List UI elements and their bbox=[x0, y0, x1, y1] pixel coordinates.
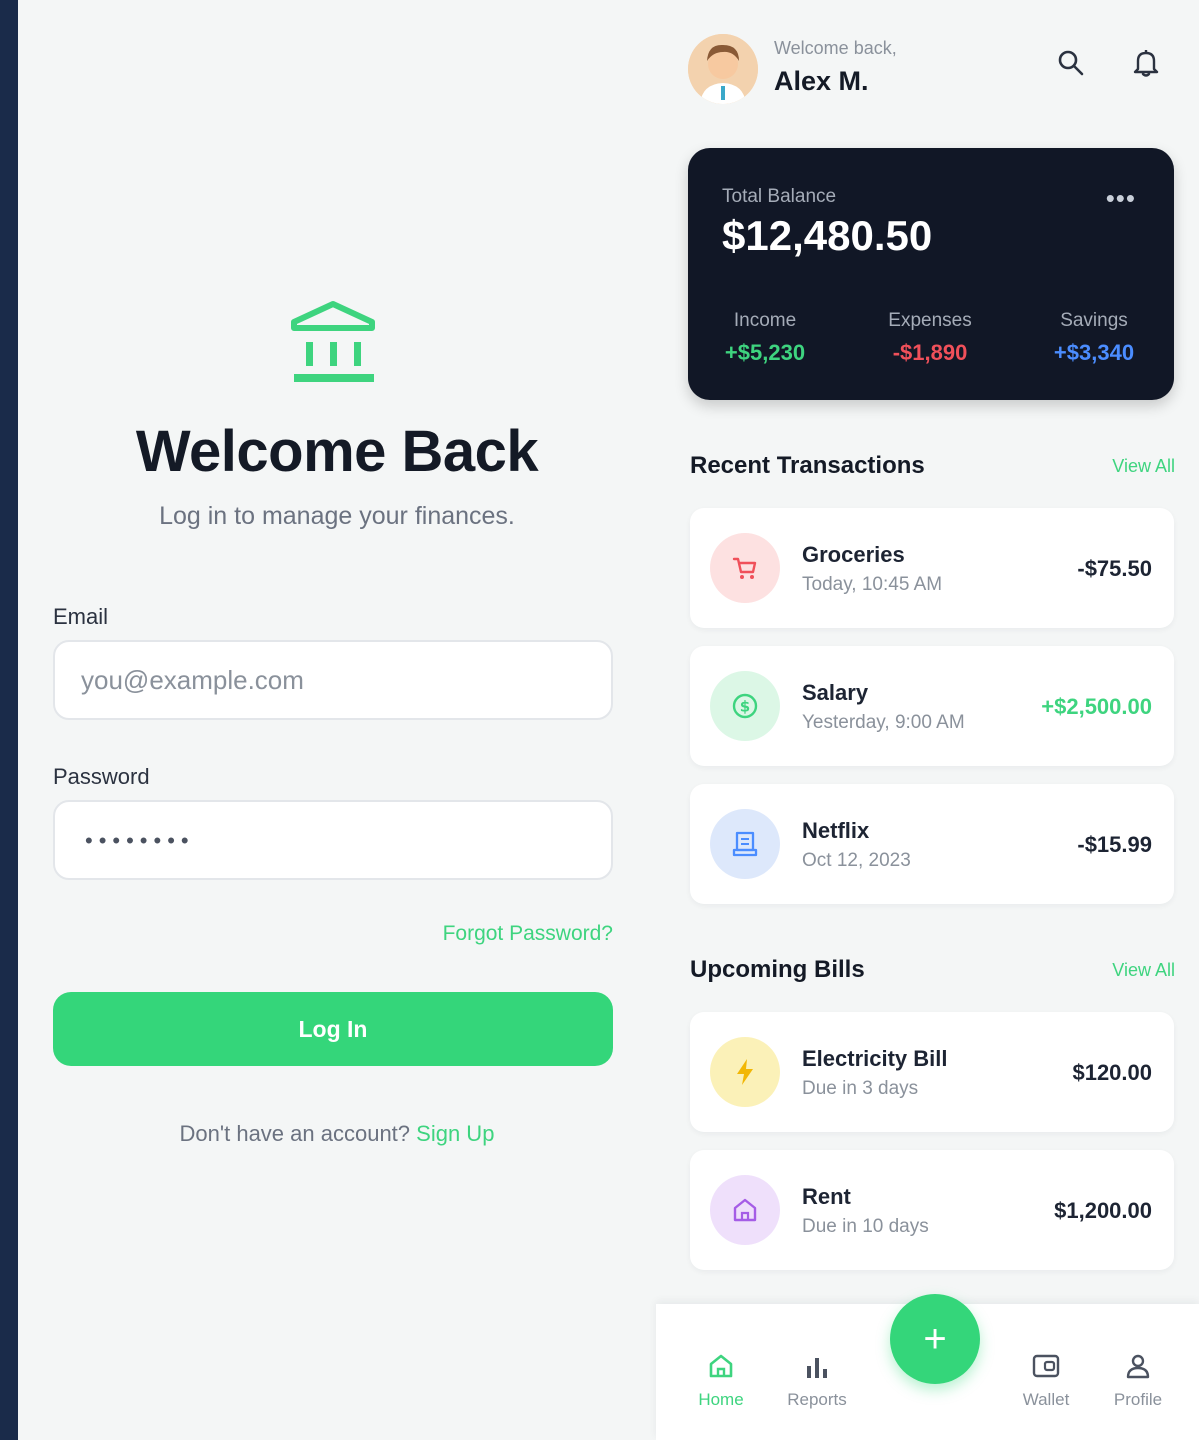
bill-amount: $120.00 bbox=[1072, 1060, 1152, 1085]
dashboard-screen: Welcome back, Alex M. Total Balance $12,… bbox=[656, 0, 1199, 1440]
lightning-icon bbox=[710, 1037, 780, 1107]
nav-profile-label: Profile bbox=[1113, 1390, 1163, 1409]
transaction-amount: -$75.50 bbox=[1077, 556, 1152, 581]
bill-row[interactable]: Electricity Bill Due in 3 days $120.00 bbox=[690, 1012, 1174, 1132]
bank-icon bbox=[291, 301, 375, 382]
transaction-time: Oct 12, 2023 bbox=[802, 850, 911, 871]
transaction-name: Netflix bbox=[802, 818, 870, 843]
balance-card[interactable]: Total Balance $12,480.50 ••• Income +$5,… bbox=[688, 148, 1174, 400]
nav-wallet[interactable]: Wallet bbox=[1001, 1346, 1091, 1410]
home-icon bbox=[710, 1175, 780, 1245]
nav-home-label: Home bbox=[698, 1390, 744, 1409]
email-label: Email bbox=[53, 604, 109, 629]
transaction-row[interactable]: Netflix Oct 12, 2023 -$15.99 bbox=[690, 784, 1174, 904]
bill-amount: $1,200.00 bbox=[1054, 1198, 1152, 1223]
transaction-time: Yesterday, 9:00 AM bbox=[802, 712, 965, 733]
bill-row[interactable]: Rent Due in 10 days $1,200.00 bbox=[690, 1150, 1174, 1270]
expenses-label: Expenses bbox=[888, 310, 972, 331]
signup-link[interactable]: Sign Up bbox=[416, 1121, 494, 1146]
cart-icon bbox=[710, 533, 780, 603]
receipt-icon bbox=[710, 809, 780, 879]
greeting-text: Welcome back, bbox=[774, 38, 897, 58]
expenses-stat: Expenses -$1,890 bbox=[865, 310, 995, 366]
dollar-icon: $ bbox=[710, 671, 780, 741]
no-account-text: Don't have an account? bbox=[179, 1121, 411, 1146]
recent-transactions-title: Recent Transactions bbox=[690, 452, 925, 479]
nav-home[interactable]: Home bbox=[676, 1346, 766, 1410]
savings-stat: Savings +$3,340 bbox=[1029, 310, 1159, 366]
income-label: Income bbox=[733, 310, 797, 331]
wallet-icon bbox=[1001, 1346, 1091, 1380]
recent-view-all-link[interactable]: View All bbox=[1112, 456, 1175, 477]
bar-chart-icon bbox=[772, 1346, 862, 1380]
home-nav-icon bbox=[676, 1346, 766, 1380]
password-input[interactable]: •••••••• bbox=[53, 800, 613, 880]
transaction-name: Groceries bbox=[802, 542, 905, 567]
bill-due: Due in 10 days bbox=[802, 1216, 929, 1237]
balance-label: Total Balance bbox=[722, 186, 837, 207]
income-stat: Income +$5,230 bbox=[700, 310, 830, 366]
income-value: +$5,230 bbox=[724, 340, 806, 365]
bill-name: Electricity Bill bbox=[802, 1046, 948, 1071]
nav-reports-label: Reports bbox=[787, 1390, 847, 1409]
search-icon[interactable] bbox=[1054, 46, 1088, 80]
balance-amount: $12,480.50 bbox=[722, 212, 933, 259]
forgot-password-link[interactable]: Forgot Password? bbox=[443, 922, 613, 946]
transaction-row[interactable]: $ Salary Yesterday, 9:00 AM +$2,500.00 bbox=[690, 646, 1174, 766]
svg-text:$: $ bbox=[740, 698, 750, 716]
bill-due: Due in 3 days bbox=[802, 1078, 919, 1099]
transaction-row[interactable]: Groceries Today, 10:45 AM -$75.50 bbox=[690, 508, 1174, 628]
avatar-image bbox=[688, 34, 758, 104]
avatar[interactable] bbox=[688, 34, 758, 104]
email-input[interactable] bbox=[53, 640, 613, 720]
bell-icon[interactable] bbox=[1129, 46, 1163, 80]
login-title: Welcome Back bbox=[135, 419, 539, 484]
transaction-name: Salary bbox=[802, 680, 869, 705]
login-subtitle: Log in to manage your finances. bbox=[159, 502, 515, 530]
savings-value: +$3,340 bbox=[1053, 340, 1135, 365]
nav-reports[interactable]: Reports bbox=[772, 1346, 862, 1410]
user-name: Alex M. bbox=[774, 66, 869, 96]
login-screen: Welcome Back Log in to manage your finan… bbox=[18, 0, 656, 1440]
bills-view-all-link[interactable]: View All bbox=[1112, 960, 1175, 981]
add-transaction-button[interactable]: + bbox=[890, 1294, 980, 1384]
transaction-amount: +$2,500.00 bbox=[1041, 694, 1152, 719]
savings-label: Savings bbox=[1060, 310, 1128, 331]
login-button[interactable]: Log In bbox=[53, 992, 613, 1066]
nav-profile[interactable]: Profile bbox=[1093, 1346, 1183, 1410]
nav-wallet-label: Wallet bbox=[1022, 1390, 1070, 1409]
transaction-amount: -$15.99 bbox=[1077, 832, 1152, 857]
expenses-value: -$1,890 bbox=[892, 340, 968, 365]
upcoming-bills-title: Upcoming Bills bbox=[690, 956, 865, 983]
password-label: Password bbox=[53, 764, 150, 789]
bill-name: Rent bbox=[802, 1184, 851, 1209]
profile-icon bbox=[1093, 1346, 1183, 1380]
signup-row: Don't have an account? Sign Up bbox=[18, 1121, 656, 1147]
transaction-time: Today, 10:45 AM bbox=[802, 574, 943, 595]
more-icon[interactable]: ••• bbox=[1106, 185, 1136, 211]
